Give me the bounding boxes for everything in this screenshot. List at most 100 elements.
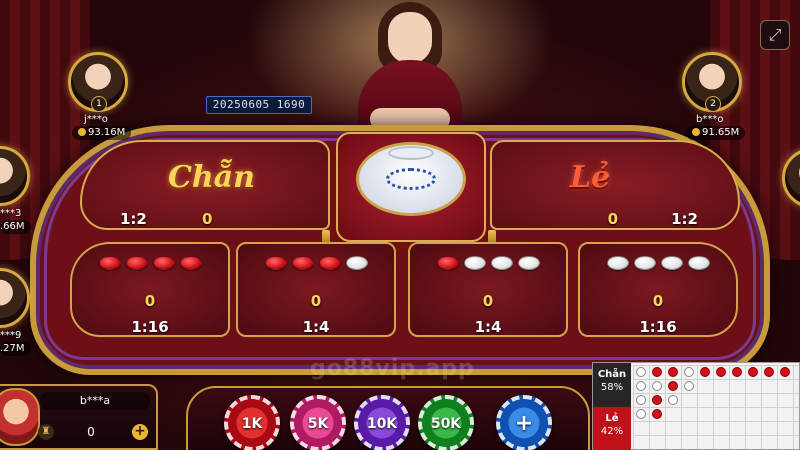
game-scene: 20250605 1690 Chẵn 1:2 0 Lẻ 0 1:2 0 1:16…	[0, 0, 800, 450]
bet-box-value: 0	[144, 292, 156, 310]
history-chan-pct: 58%	[600, 382, 624, 393]
user-name: b***a	[40, 392, 150, 410]
bowl-pattern	[386, 168, 436, 190]
bet-chan-odds: 1:2	[120, 210, 147, 228]
coin-pattern	[580, 256, 736, 270]
history-dot	[700, 367, 710, 377]
red-coin	[125, 256, 148, 270]
history-le-pct: 42%	[600, 426, 624, 437]
bet-area-chan[interactable]: Chẵn 1:2 0	[80, 140, 330, 230]
player-coins-value: 93.16M	[88, 127, 126, 138]
history-grid	[633, 365, 799, 449]
history-dot	[668, 367, 678, 377]
result-history[interactable]: Chẵn 58% Lẻ 42%	[592, 362, 800, 450]
bet-box-odds: 1:16	[639, 318, 677, 336]
history-le-label: Lẻ	[605, 413, 619, 424]
history-dot	[636, 367, 646, 377]
bet-box-value: 0	[310, 292, 322, 310]
player-coins: 91.65M	[686, 126, 746, 140]
bet-area-three-white[interactable]: 0 1:4	[408, 242, 568, 337]
history-le: Lẻ 42%	[593, 407, 631, 450]
player-coins: .66M	[0, 220, 31, 234]
bet-area-four-red[interactable]: 0 1:16	[70, 242, 230, 337]
white-coin	[606, 256, 629, 270]
player-coins-value: .66M	[0, 221, 25, 232]
history-dot	[716, 367, 726, 377]
history-dot	[652, 367, 662, 377]
more-chips-button[interactable]: +	[496, 395, 552, 450]
coin-pattern	[238, 256, 394, 270]
dealer	[350, 0, 470, 140]
bet-chan-value: 0	[202, 210, 213, 228]
player-name: j***o	[84, 114, 108, 125]
chip-5k-button[interactable]: 5K	[290, 395, 346, 450]
seat-badge: 1	[91, 96, 107, 112]
user-balance: ♜ 0 +	[38, 424, 150, 444]
bet-le-label: Lẻ	[570, 160, 611, 195]
red-coin	[318, 256, 341, 270]
dealer-face	[388, 12, 432, 64]
bowl-lid	[388, 146, 434, 160]
bet-box-odds: 1:4	[474, 318, 502, 336]
bet-box-value: 0	[652, 292, 664, 310]
bet-area-three-red[interactable]: 0 1:4	[236, 242, 396, 337]
history-dot	[684, 367, 694, 377]
player-coins-value: .27M	[0, 343, 25, 354]
coin-pattern	[410, 256, 566, 270]
history-chan: Chẵn 58%	[593, 363, 631, 407]
bet-box-value: 0	[482, 292, 494, 310]
watermark: go88vip.app	[310, 356, 475, 381]
bet-chan-label: Chẵn	[168, 160, 255, 195]
red-coin	[264, 256, 287, 270]
round-id: 20250605 1690	[206, 96, 312, 114]
player-coins: 93.16M	[72, 126, 132, 140]
player-name: ***3	[0, 208, 22, 219]
player-coins-value: 91.65M	[702, 127, 740, 138]
fullscreen-icon[interactable]: ⤢	[760, 20, 790, 50]
history-dot	[764, 367, 774, 377]
history-dot	[684, 381, 694, 391]
history-dot	[780, 367, 790, 377]
red-coin	[152, 256, 175, 270]
bet-area-le[interactable]: Lẻ 0 1:2	[490, 140, 740, 230]
bet-box-odds: 1:4	[302, 318, 330, 336]
white-coin	[687, 256, 710, 270]
red-coin	[436, 256, 459, 270]
history-dot	[668, 381, 678, 391]
red-coin	[291, 256, 314, 270]
coin-pattern	[72, 256, 228, 270]
white-coin	[660, 256, 683, 270]
bet-le-value: 0	[607, 210, 618, 228]
history-dot	[748, 367, 758, 377]
white-coin	[345, 256, 368, 270]
chip-1k-button[interactable]: 1K	[224, 395, 280, 450]
history-dot	[636, 409, 646, 419]
coin-icon	[692, 128, 700, 136]
history-dot	[668, 395, 678, 405]
history-dot	[652, 381, 662, 391]
chip-50k-button[interactable]: 50K	[418, 395, 474, 450]
red-coin	[179, 256, 202, 270]
white-coin	[463, 256, 486, 270]
player-avatar	[0, 268, 30, 328]
player-coins: .27M	[0, 342, 31, 356]
user-balance-value: 0	[87, 425, 95, 439]
seat-badge: 2	[705, 96, 721, 112]
deposit-button[interactable]: +	[132, 424, 148, 440]
history-dot	[636, 381, 646, 391]
bet-box-odds: 1:16	[131, 318, 169, 336]
red-coin	[98, 256, 121, 270]
white-coin	[490, 256, 513, 270]
bet-area-four-white[interactable]: 0 1:16	[578, 242, 738, 337]
player-name: ***9	[0, 330, 22, 341]
player-name: b***o	[696, 114, 724, 125]
history-chan-label: Chẵn	[597, 369, 627, 380]
user-avatar[interactable]	[0, 388, 40, 446]
coin-icon	[78, 128, 86, 136]
wallet-icon: ♜	[38, 424, 54, 440]
bet-le-odds: 1:2	[671, 210, 698, 228]
history-dot	[652, 409, 662, 419]
white-coin	[633, 256, 656, 270]
history-dot	[652, 395, 662, 405]
chip-10k-button[interactable]: 10K	[354, 395, 410, 450]
